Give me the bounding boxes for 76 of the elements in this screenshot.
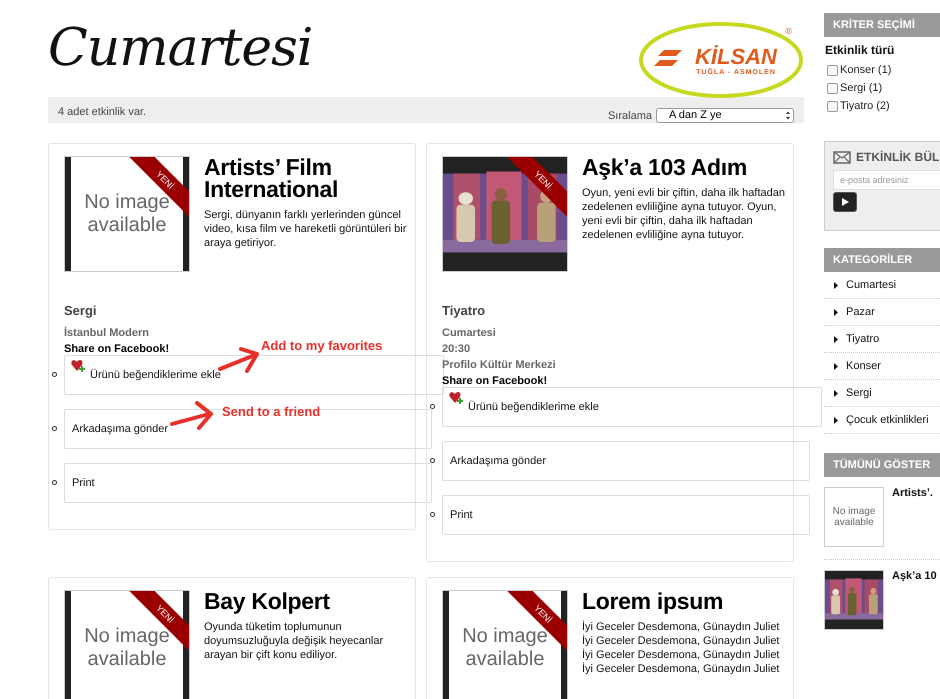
event-description: Sergi, dünyanın farklı yerlerinden güncel video, kısa film ve hareketli görüntüleri bir araya getiriyor. bbox=[204, 208, 408, 250]
event-count-text: 4 adet etkinlik var. bbox=[58, 106, 146, 118]
bullet-icon bbox=[52, 426, 57, 431]
category-link[interactable]: Sergi bbox=[824, 380, 940, 407]
event-description: İyi Geceler Desdemona, Günaydın Juliet bbox=[582, 620, 780, 634]
bullet-icon bbox=[52, 480, 57, 485]
sort-label: Sıralama bbox=[608, 110, 652, 122]
checkbox-label: Sergi (1) bbox=[840, 82, 882, 94]
triangle-icon bbox=[834, 362, 838, 370]
mail-icon bbox=[833, 150, 851, 164]
event-image[interactable]: No image available bbox=[824, 487, 884, 547]
facebook-share-link[interactable]: Share on Facebook! bbox=[442, 375, 548, 387]
category-link[interactable]: Pazar bbox=[824, 299, 940, 326]
mini-event-title: Aşk’a 10 bbox=[892, 570, 937, 584]
event-category: Sergi bbox=[64, 303, 98, 318]
checkbox-label: Tiyatro (2) bbox=[840, 100, 890, 112]
select-arrows-icon bbox=[783, 109, 793, 122]
page-title: Cumartesi bbox=[48, 18, 312, 78]
mini-event-title: Artists’. bbox=[892, 487, 933, 501]
event-detail: Profilo Kültür Merkezi bbox=[442, 359, 557, 371]
mini-event[interactable]: Aşk’a 10 bbox=[824, 560, 940, 642]
event-title[interactable]: Artists’ Film International bbox=[204, 156, 409, 200]
triangle-icon bbox=[834, 416, 838, 424]
section-header: TÜMÜNÜ GÖSTER bbox=[824, 453, 940, 477]
triangle-icon bbox=[834, 390, 838, 396]
section-header: KATEGORİLER bbox=[824, 248, 940, 272]
no-image-text: No image available bbox=[461, 625, 549, 671]
event-description: İyi Geceler Desdemona, Günaydın Juliet bbox=[582, 648, 780, 662]
annotation-label: Add to my favorites bbox=[261, 339, 382, 353]
heart-plus-icon bbox=[71, 359, 86, 373]
action-link[interactable]: Print bbox=[442, 495, 810, 535]
no-image-text: No image available bbox=[83, 191, 171, 237]
section-header: KRİTER SEÇİMİ bbox=[824, 13, 940, 37]
event-image[interactable] bbox=[824, 570, 884, 630]
heart-plus-icon bbox=[449, 391, 464, 405]
checkbox-label: Konser (1) bbox=[840, 64, 892, 76]
checkbox[interactable] bbox=[827, 100, 838, 112]
event-title[interactable]: Lorem ipsum bbox=[582, 590, 780, 612]
event-description: Oyunda tüketim toplumunun doyumsuzluğuyla değişik heyecanlar arayan bir çift konu ediliyor. bbox=[204, 620, 384, 662]
action-link[interactable]: Ürünü beğendiklerime ekle bbox=[442, 387, 822, 427]
event-description: İyi Geceler Desdemona, Günaydın Juliet bbox=[582, 662, 780, 676]
event-category: Tiyatro bbox=[442, 303, 486, 318]
event-description: Oyun, yeni evli bir çiftin, daha ilk haftadan zedelenen evliliğine ayna tutuyor. Oyun, yeni evli bir çiftin, daha ilk haftadan zedelenen evliliğine ayna tutuyor. bbox=[582, 186, 786, 242]
event-title[interactable]: Aşk’a 103 Adım bbox=[582, 156, 787, 178]
submit-button[interactable] bbox=[833, 192, 857, 212]
category-link[interactable]: Tiyatro bbox=[824, 326, 940, 353]
no-image-text: No image available bbox=[832, 506, 876, 528]
event-detail: Cumartesi bbox=[442, 327, 497, 339]
facebook-share-link[interactable]: Share on Facebook! bbox=[64, 343, 170, 355]
event-detail: İstanbul Modern bbox=[64, 327, 150, 339]
email-field[interactable]: e-posta adresiniz bbox=[833, 170, 940, 190]
action-link[interactable]: Arkadaşıma gönder bbox=[442, 441, 810, 481]
triangle-icon bbox=[834, 282, 838, 288]
triangle-icon bbox=[834, 308, 838, 316]
action-link[interactable]: Print bbox=[64, 463, 432, 503]
category-link[interactable]: Cumartesi bbox=[824, 272, 940, 299]
bullet-icon bbox=[430, 512, 435, 517]
action-link[interactable]: Ürünü beğendiklerime ekle bbox=[64, 355, 444, 395]
bullet-icon bbox=[430, 458, 435, 463]
event-detail: 20:30 bbox=[442, 343, 472, 355]
mini-event[interactable]: No image available Artists’. bbox=[824, 477, 940, 560]
checkbox[interactable] bbox=[827, 82, 838, 94]
sort-select[interactable]: A dan Z ye bbox=[656, 108, 794, 123]
filter-group-label: Etkinlik türü bbox=[825, 43, 896, 57]
annotation-arrow-icon bbox=[169, 400, 215, 432]
checkbox[interactable] bbox=[827, 64, 838, 76]
play-icon bbox=[840, 197, 850, 207]
bullet-icon bbox=[52, 372, 57, 377]
bullet-icon bbox=[430, 404, 435, 409]
event-description: İyi Geceler Desdemona, Günaydın Juliet bbox=[582, 634, 780, 648]
no-image-text: No image available bbox=[83, 625, 171, 671]
triangle-icon bbox=[834, 336, 838, 342]
category-link[interactable]: Çocuk etkinlikleri bbox=[824, 407, 940, 434]
event-title[interactable]: Bay Kolpert bbox=[204, 590, 409, 612]
category-link[interactable]: Konser bbox=[824, 353, 940, 380]
newsletter-title: ETKİNLİK BÜL bbox=[856, 150, 940, 164]
